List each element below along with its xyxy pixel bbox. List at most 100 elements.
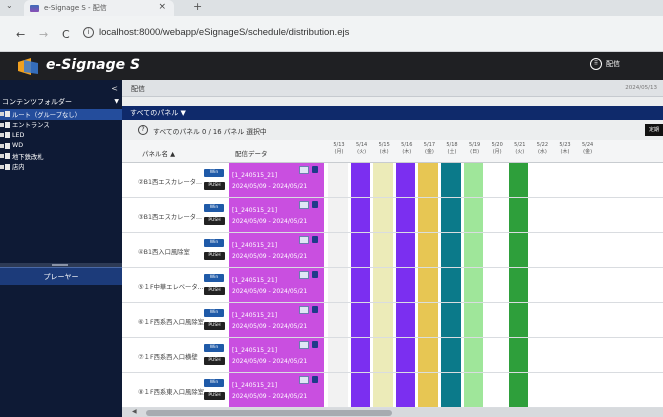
win-badge: Win — [204, 379, 224, 387]
image-icon[interactable] — [299, 166, 309, 174]
distribution-data-cell[interactable]: [1_240515_21] 2024/05/09 - 2024/05/21 — [229, 233, 324, 267]
scroll-left-icon[interactable]: ◀ — [132, 408, 137, 415]
tree-item-label: 店内 — [12, 164, 25, 172]
table-row[interactable]: ⑥１F西系西入口風除室 Win PUSH [1_240515_21] 2024/05/0… — [122, 303, 663, 338]
push-button[interactable]: PUSH — [204, 182, 225, 190]
win-badge: Win — [204, 239, 224, 247]
folder-tree: ルート（グループなし） エントランス LED WD 地下鉄改札 店内 — [0, 109, 122, 172]
push-button[interactable]: PUSH — [204, 322, 225, 330]
forward-button[interactable]: → — [39, 28, 48, 41]
selection-status-text: すべてのパネル 0 / 16 パネル 選択中 — [153, 128, 267, 136]
day-header: 5/14 (火) — [351, 142, 373, 156]
current-date: 2024/05/13 — [625, 85, 657, 91]
player-section-header[interactable]: プレーヤー — [0, 267, 122, 285]
sidebar: < コンテンツフォルダー ▼ ルート（グループなし） エントランス LED WD… — [0, 80, 122, 417]
panel-name[interactable]: ③B1西エスカレータ... — [138, 212, 202, 221]
panel-selector[interactable]: すべてのパネル ▼ — [122, 106, 663, 120]
day-date: 5/24 — [581, 142, 594, 148]
day-date: 5/14 — [355, 142, 368, 148]
tree-item-entrance[interactable]: エントランス — [0, 120, 122, 131]
table-row[interactable]: ⑤１F中華エレベータ... Win PUSH [1_240515_21] 2024/05… — [122, 268, 663, 303]
table-row[interactable]: ②B1西エスカレータ... Win PUSH [1_240515_21] 2024/05… — [122, 163, 663, 198]
distribution-data-cell[interactable]: [1_240515_21] 2024/05/09 - 2024/05/21 — [229, 303, 324, 337]
lock-icon — [312, 306, 318, 313]
folder-tree-icon — [0, 163, 10, 170]
day-weekday: (木) — [560, 149, 570, 155]
tree-item-led[interactable]: LED — [0, 130, 122, 141]
lock-icon — [312, 166, 318, 173]
collapse-sidebar-icon[interactable]: < — [111, 84, 118, 93]
close-tab-icon[interactable]: × — [158, 2, 166, 12]
table-row[interactable]: ③B1西エスカレータ... Win PUSH [1_240515_21] 2024/05… — [122, 198, 663, 233]
day-header: 5/13 (月) — [328, 142, 350, 156]
push-button[interactable]: PUSH — [204, 217, 225, 225]
day-date: 5/13 — [333, 142, 345, 148]
push-button[interactable]: PUSH — [204, 287, 225, 295]
panel-name[interactable]: ⑥１F西系西入口風除室 — [138, 317, 204, 326]
day-weekday: (日) — [470, 149, 480, 155]
push-button[interactable]: PUSH — [204, 252, 225, 260]
distribute-button[interactable]: ⠿ 配信 — [590, 58, 620, 70]
tree-item-subway-gate[interactable]: 地下鉄改札 — [0, 151, 122, 162]
back-button[interactable]: ← — [16, 28, 25, 41]
panel-name[interactable]: ⑤１F中華エレベータ... — [138, 282, 204, 291]
new-tab-button[interactable]: + — [193, 0, 202, 13]
breadcrumb: 配信 2024/05/13 — [122, 80, 663, 97]
app-header: e-Signage S ⠿ 配信 — [0, 52, 663, 80]
data-period-text: 2024/05/09 - 2024/05/21 — [232, 393, 308, 400]
folder-tree-icon — [0, 142, 10, 149]
distribution-data-cell[interactable]: [1_240515_21] 2024/05/09 - 2024/05/21 — [229, 338, 324, 372]
logo-icon — [18, 58, 38, 75]
push-button[interactable]: PUSH — [204, 357, 225, 365]
table-row[interactable]: ⑦１F西系西入口横壁 Win PUSH [1_240515_21] 2024/05/09… — [122, 338, 663, 373]
panel-name[interactable]: ⑦１F西系西入口横壁 — [138, 352, 198, 361]
scrollbar-thumb[interactable] — [146, 410, 392, 416]
table-row[interactable]: ⑧１F西系東入口風除室 Win PUSH [1_240515_21] 2024/05/0… — [122, 373, 663, 408]
site-info-icon[interactable]: i — [83, 27, 94, 38]
address-bar: ← → C i localhost:8000/webapp/eSignageS/… — [0, 16, 663, 52]
schedule-button[interactable]: 定期 — [645, 124, 663, 136]
day-date: 5/21 — [514, 142, 526, 148]
sidebar-title: コンテンツフォルダー — [2, 98, 72, 106]
image-icon[interactable] — [299, 271, 309, 279]
table-row[interactable]: ④B1西入口風除室 Win PUSH [1_240515_21] 2024/05/09 … — [122, 233, 663, 268]
tree-item-store[interactable]: 店内 — [0, 162, 122, 173]
panel-name-header[interactable]: パネル名 ▲ — [142, 148, 175, 158]
help-icon[interactable]: ? — [138, 125, 148, 135]
distribution-data-cell[interactable]: [1_240515_21] 2024/05/09 - 2024/05/21 — [229, 198, 324, 232]
panel-name[interactable]: ④B1西入口風除室 — [138, 247, 190, 256]
folder-dropdown-icon[interactable]: ▼ — [114, 98, 119, 105]
tree-item-label: 地下鉄改札 — [12, 153, 44, 161]
distribution-data-cell[interactable]: [1_240515_21] 2024/05/09 - 2024/05/21 — [229, 373, 324, 407]
day-weekday: (土) — [447, 149, 457, 155]
panel-name[interactable]: ⑧１F西系東入口風除室 — [138, 387, 204, 396]
data-period-text: 2024/05/09 - 2024/05/21 — [232, 358, 308, 365]
main-content: 配信 2024/05/13 すべてのパネル ▼ ? すべてのパネル 0 / 16… — [122, 80, 663, 417]
image-icon[interactable] — [299, 201, 309, 209]
distribution-data-cell[interactable]: [1_240515_21] 2024/05/09 - 2024/05/21 — [229, 163, 324, 197]
distribution-data-cell[interactable]: [1_240515_21] 2024/05/09 - 2024/05/21 — [229, 268, 324, 302]
image-icon[interactable] — [299, 376, 309, 384]
push-button[interactable]: PUSH — [204, 392, 225, 400]
folder-tree-icon — [0, 121, 10, 128]
url-field[interactable]: localhost:8000/webapp/eSignageS/schedule… — [99, 27, 349, 38]
image-icon[interactable] — [299, 236, 309, 244]
day-header: 5/22 (水) — [531, 142, 553, 156]
reload-button[interactable]: C — [62, 28, 70, 41]
tab-list-icon[interactable]: ⌄ — [6, 1, 13, 10]
data-period-text: 2024/05/09 - 2024/05/21 — [232, 218, 308, 225]
day-header: 5/16 (木) — [396, 142, 418, 156]
tree-item-wd[interactable]: WD — [0, 141, 122, 152]
favicon-icon — [30, 4, 39, 12]
day-date: 5/19 — [468, 142, 481, 148]
panel-name[interactable]: ②B1西エスカレータ... — [138, 177, 202, 186]
browser-tab[interactable]: e-Signage S - 配信 × — [24, 0, 174, 16]
horizontal-scrollbar[interactable]: ◀ — [122, 408, 663, 417]
image-icon[interactable] — [299, 306, 309, 314]
image-icon[interactable] — [299, 341, 309, 349]
day-weekday: (火) — [515, 149, 525, 155]
tab-title: e-Signage S - 配信 — [44, 4, 107, 12]
tree-item-root[interactable]: ルート（グループなし） — [0, 109, 122, 120]
tree-item-label: WD — [12, 142, 24, 150]
breadcrumb-label: 配信 — [131, 85, 145, 93]
